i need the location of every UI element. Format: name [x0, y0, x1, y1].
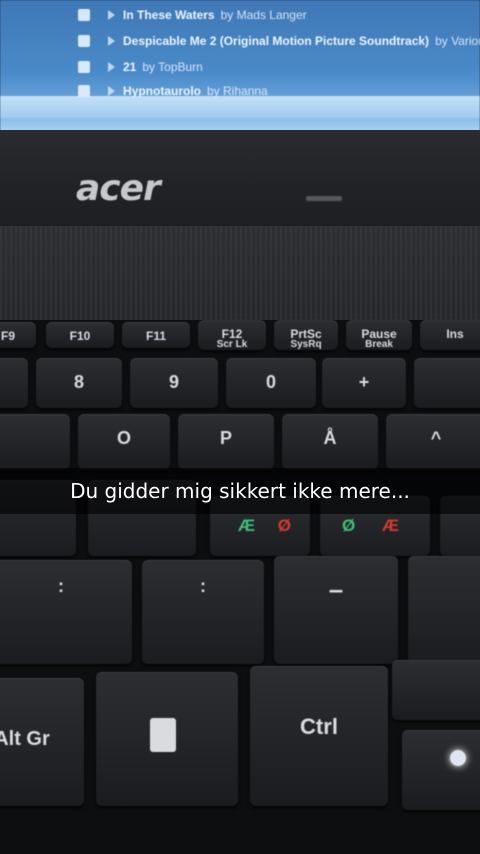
- key-minus[interactable]: –: [274, 556, 398, 664]
- key-label: Ctrl: [300, 714, 338, 739]
- key-ctrl[interactable]: Ctrl: [250, 666, 388, 806]
- album-art-icon: [78, 61, 90, 73]
- speaker-grille: [0, 226, 480, 328]
- track-artist: by Mads Langer: [220, 8, 307, 22]
- key-label: F10: [69, 329, 91, 343]
- key-0[interactable]: 0: [226, 358, 316, 408]
- play-icon: [108, 86, 115, 96]
- key-label: ^: [430, 428, 442, 448]
- photo: In These Waters by Mads Langer Despicabl…: [0, 0, 480, 854]
- key-period[interactable]: :: [142, 560, 264, 664]
- key-prtsc[interactable]: PrtSc SysRq: [274, 320, 338, 350]
- album-art-icon: [78, 35, 90, 47]
- key-o[interactable]: O: [78, 414, 170, 470]
- key-label: Alt Gr: [0, 728, 50, 750]
- key-umlaut[interactable]: ^: [386, 414, 480, 470]
- key-label: +: [358, 372, 370, 392]
- key-pause[interactable]: Pause Break: [346, 320, 412, 350]
- ae-label: Æ: [238, 516, 255, 535]
- key-label: Å: [323, 428, 337, 448]
- oslash-label: Ø: [342, 516, 356, 535]
- key-i[interactable]: [0, 414, 70, 470]
- key-7[interactable]: [0, 358, 28, 408]
- key-sublabel: Scr Lk: [216, 339, 248, 350]
- caption-bar: Du gidder mig sikkert ikke mere...: [0, 468, 480, 514]
- ae-label: Æ: [381, 516, 399, 535]
- playlist-row: Despicable Me 2 (Original Motion Picture…: [78, 32, 480, 50]
- album-art-icon: [78, 9, 90, 21]
- key-label: Æ Ø: [210, 516, 310, 536]
- key-comma[interactable]: :: [0, 560, 132, 664]
- key-ins[interactable]: Ins: [420, 320, 480, 350]
- key-label: O: [116, 428, 131, 448]
- track-artist: by TopBurn: [142, 60, 203, 74]
- key-label: –: [328, 574, 344, 604]
- key-label: P: [219, 428, 232, 448]
- key-sublabel: SysRq: [290, 339, 322, 350]
- key-label: 9: [168, 372, 179, 392]
- key-9[interactable]: 9: [130, 358, 218, 408]
- key-shift-right[interactable]: [408, 556, 480, 664]
- screen-bottom-bar: [0, 96, 480, 118]
- key-menu[interactable]: [96, 672, 238, 806]
- track-artist: by Various A: [435, 34, 480, 48]
- key-aring[interactable]: Å: [282, 414, 378, 470]
- play-icon: [108, 36, 115, 46]
- track-title: In These Waters: [123, 8, 215, 22]
- caption-text: Du gidder mig sikkert ikke mere...: [70, 479, 410, 503]
- acer-logo: acer: [76, 168, 161, 209]
- keyboard-deck: F9 F10 F11 F12 Scr Lk PrtSc SysRq Pause …: [0, 320, 480, 854]
- key-8[interactable]: 8: [36, 358, 122, 408]
- key-arrow-up[interactable]: [392, 660, 480, 720]
- play-icon: [108, 62, 115, 72]
- key-backtick[interactable]: [414, 358, 480, 408]
- led-icon: [450, 750, 466, 766]
- key-label: Ins: [446, 327, 464, 341]
- menu-icon: [150, 718, 176, 752]
- laptop-bezel: [0, 130, 480, 230]
- key-label: 0: [265, 372, 276, 392]
- playlist-row: In These Waters by Mads Langer: [78, 6, 307, 24]
- play-icon: [108, 10, 115, 20]
- key-plus[interactable]: +: [322, 358, 406, 408]
- oslash-label: Ø: [277, 516, 291, 535]
- key-f12[interactable]: F12 Scr Lk: [198, 320, 266, 350]
- key-label: :: [58, 576, 64, 596]
- laptop-screen: In These Waters by Mads Langer Despicabl…: [0, 0, 480, 132]
- key-label: 8: [73, 372, 84, 392]
- bezel-indicator: [306, 196, 342, 201]
- playlist-row: 21 by TopBurn: [78, 58, 203, 76]
- key-label: F11: [145, 329, 166, 343]
- key-p[interactable]: P: [178, 414, 274, 470]
- key-altgr[interactable]: Alt Gr: [0, 678, 84, 806]
- key-f10[interactable]: F10: [46, 322, 114, 348]
- key-f9[interactable]: F9: [0, 322, 36, 348]
- key-label: F9: [0, 329, 15, 343]
- track-title: 21: [123, 60, 137, 74]
- key-sublabel: Break: [365, 339, 393, 350]
- key-label: :: [200, 576, 206, 596]
- key-label: Ø Æ: [320, 516, 430, 536]
- track-title: Despicable Me 2 (Original Motion Picture…: [123, 34, 430, 48]
- key-f11[interactable]: F11: [122, 322, 190, 348]
- key-arrow-left[interactable]: [402, 730, 480, 810]
